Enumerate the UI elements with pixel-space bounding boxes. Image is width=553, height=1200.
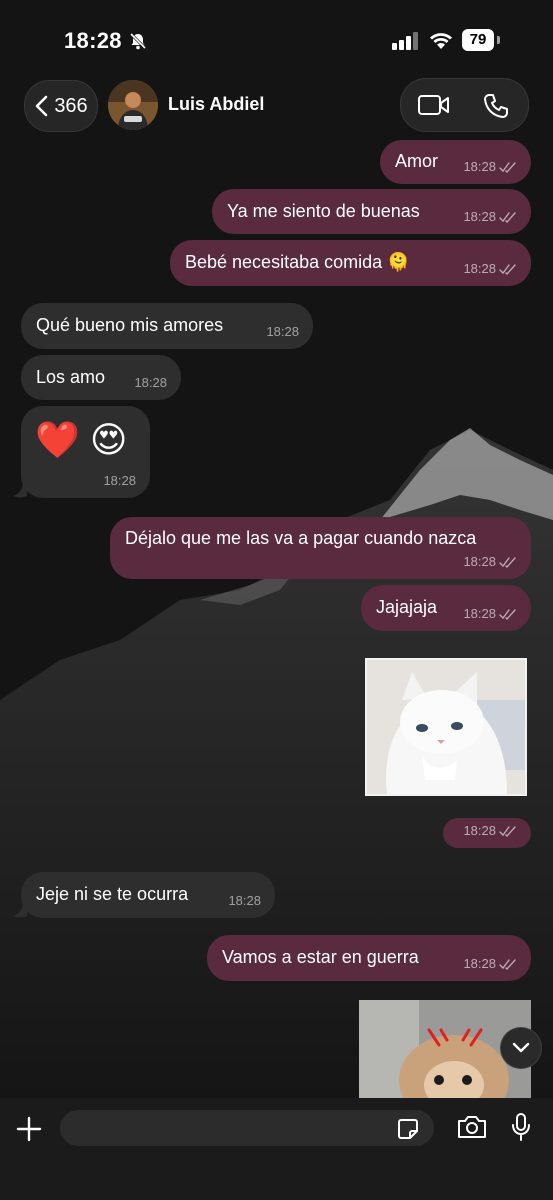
message-outgoing[interactable]: Amor 18:28 [380,140,531,184]
message-meta: 18:28 [463,258,517,280]
cat-photo-image [367,660,525,794]
read-checks-icon [499,557,516,568]
unread-count: 366 [54,94,88,117]
battery-tip [497,36,500,44]
message-time: 18:28 [463,606,496,621]
message-meta: 18:28 [463,156,517,178]
call-buttons [400,78,529,132]
message-outgoing[interactable]: Ya me siento de buenas 18:28 [212,189,531,234]
message-time: 18:28 [463,956,496,971]
contact-name[interactable]: Luis Abdiel [168,94,264,115]
read-checks-icon [499,162,516,173]
message-incoming[interactable]: Los amo 18:28 [21,355,181,400]
message-text: Ya me siento de buenas [227,201,420,221]
cat-photo[interactable] [365,658,527,796]
chat-header: 366 Luis Abdiel [0,70,553,146]
message-time: 18:28 [463,159,496,174]
message-outgoing[interactable]: Jajajaja 18:28 [361,585,531,631]
message-text: Bebé necesitaba comida 🫠 [185,252,410,272]
message-text: Déjalo que me las va a pagar cuando nazc… [125,528,477,548]
message-text: Amor [395,151,439,171]
message-meta: 18:28 [134,372,167,394]
battery-level: 79 [462,29,494,51]
chevron-down-icon [512,1042,530,1053]
wifi-icon [430,33,452,49]
message-time: 18:28 [103,473,136,488]
status-time: 18:28 [64,28,122,53]
video-camera-icon[interactable] [417,93,451,117]
bubble-tail [13,484,27,498]
message-time: 18:28 [463,823,496,838]
message-time: 18:28 [134,375,167,390]
message-text: Jeje ni se te ocurra [36,884,189,904]
message-outgoing[interactable]: Déjalo que me las va a pagar cuando nazc… [110,517,531,579]
camera-icon[interactable] [456,1114,488,1140]
message-composer [0,1098,553,1200]
message-text: Los amo [36,367,106,387]
plus-icon[interactable] [14,1114,44,1144]
bubble-tail [13,904,27,918]
avatar[interactable] [108,80,158,130]
read-checks-icon [499,609,516,620]
message-meta: 18:28 [463,603,517,625]
message-text: Jajajaja [376,597,438,617]
read-checks-icon [499,264,516,275]
message-text: Qué bueno mis amores [36,315,224,335]
message-meta: 18:28 [228,890,261,912]
cellular-signal-icon [392,32,418,50]
phone-icon[interactable] [483,93,509,119]
message-text: Vamos a estar en guerra [222,947,419,967]
message-time: 18:28 [266,324,299,339]
message-outgoing[interactable]: Vamos a estar en guerra 18:28 [207,935,531,981]
message-meta: 18:28 [463,953,517,975]
message-text: ❤️ 😍 [35,419,128,460]
read-checks-icon [499,826,516,837]
message-time: 18:28 [463,261,496,276]
message-time: 18:28 [228,893,261,908]
sticker-icon[interactable] [396,1117,420,1141]
message-incoming[interactable]: Jeje ni se te ocurra 18:28 [21,872,275,918]
read-checks-icon [499,959,516,970]
chevron-left-icon [36,95,48,117]
message-outgoing[interactable]: 18:28 [443,818,531,848]
bell-muted-icon [129,32,147,50]
message-meta: 18:28 [463,820,517,842]
status-bar: 18:28 79 [0,0,553,80]
message-meta: 18:28 [463,206,517,228]
message-meta: 18:28 [103,470,136,492]
back-button[interactable]: 366 [24,80,98,132]
message-meta: 18:28 [266,321,299,343]
message-incoming[interactable]: Qué bueno mis amores 18:28 [21,303,313,349]
message-meta: 18:28 [463,551,517,573]
message-time: 18:28 [463,209,496,224]
read-checks-icon [499,212,516,223]
message-input[interactable] [60,1110,434,1146]
message-time: 18:28 [463,554,496,569]
scroll-to-bottom-button[interactable] [500,1027,542,1069]
message-outgoing[interactable]: Bebé necesitaba comida 🫠 18:28 [170,240,531,286]
message-incoming[interactable]: ❤️ 😍 18:28 [21,406,150,498]
avatar-photo [108,80,158,130]
microphone-icon[interactable] [510,1112,532,1142]
